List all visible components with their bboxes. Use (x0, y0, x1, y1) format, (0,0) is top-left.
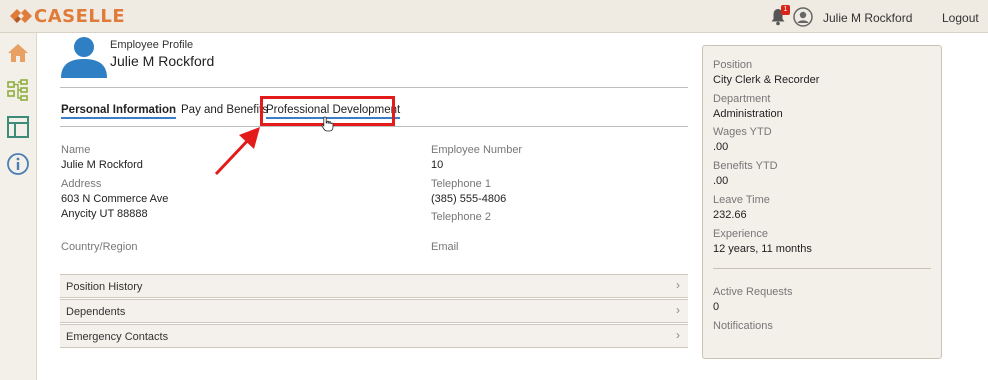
telephone2-label: Telephone 2 (431, 211, 491, 223)
top-bar: CASELLE 1 Julie M Rockford Logout (0, 0, 988, 33)
header-divider (60, 87, 688, 88)
hand-cursor-icon (321, 116, 334, 132)
address-line1: 603 N Commerce Ave (61, 193, 169, 205)
user-avatar-icon[interactable] (793, 7, 813, 27)
user-name[interactable]: Julie M Rockford (823, 11, 912, 25)
leave-time-value: 232.66 (713, 209, 747, 221)
employee-number-label: Employee Number (431, 144, 523, 156)
experience-label: Experience (713, 228, 769, 240)
red-arrow-icon (214, 127, 260, 176)
accordion-position-history[interactable]: Position History › (60, 274, 688, 298)
profile-name: Julie M Rockford (110, 53, 215, 69)
active-requests-value: 0 (713, 301, 720, 313)
name-label: Name (61, 144, 91, 156)
accordion-label: Dependents (66, 306, 126, 318)
left-nav-rail (0, 33, 37, 380)
wages-ytd-value: .00 (713, 141, 729, 153)
logout-link[interactable]: Logout (942, 11, 979, 25)
accordion-dependents[interactable]: Dependents › (60, 299, 688, 323)
benefits-ytd-value: .00 (713, 175, 729, 187)
info-icon[interactable] (6, 152, 30, 176)
accordion-emergency-contacts[interactable]: Emergency Contacts › (60, 324, 688, 348)
email-label: Email (431, 241, 459, 253)
home-icon[interactable] (6, 41, 30, 65)
position-label: Position (713, 59, 753, 71)
profile-subtitle: Employee Profile (110, 39, 194, 51)
department-value: Administration (713, 108, 783, 120)
chevron-right-icon: › (676, 303, 680, 317)
summary-panel: Position City Clerk & Recorder Departmen… (702, 45, 942, 359)
employee-number-value: 10 (431, 159, 444, 171)
tab-personal-information[interactable]: Personal Information (61, 104, 177, 119)
department-label: Department (713, 93, 771, 105)
notifications-label: Notifications (713, 320, 773, 332)
accordion-label: Position History (66, 281, 143, 293)
active-requests-label: Active Requests (713, 286, 793, 298)
org-chart-icon[interactable] (6, 78, 30, 102)
tabs-divider (60, 126, 688, 127)
position-value: City Clerk & Recorder (713, 74, 820, 86)
tab-pay-and-benefits[interactable]: Pay and Benefits (181, 104, 268, 116)
country-region-label: Country/Region (61, 241, 138, 253)
telephone1-value: (385) 555-4806 (431, 193, 507, 205)
accordion-label: Emergency Contacts (66, 331, 169, 343)
address-label: Address (61, 178, 102, 190)
name-value: Julie M Rockford (61, 159, 143, 171)
chevron-right-icon: › (676, 278, 680, 292)
layout-icon[interactable] (6, 115, 30, 139)
telephone1-label: Telephone 1 (431, 178, 491, 190)
address-line2: Anycity UT 88888 (61, 208, 148, 220)
notification-badge: 1 (781, 5, 790, 15)
wages-ytd-label: Wages YTD (713, 126, 772, 138)
experience-value: 12 years, 11 months (713, 243, 812, 255)
summary-divider (713, 268, 931, 269)
profile-avatar-icon (61, 37, 107, 78)
benefits-ytd-label: Benefits YTD (713, 160, 778, 172)
logo-text: CASELLE (34, 5, 126, 27)
caselle-logo[interactable]: CASELLE (10, 5, 126, 27)
leave-time-label: Leave Time (713, 194, 770, 206)
chevron-right-icon: › (676, 328, 680, 342)
caselle-logo-mark-icon (10, 9, 32, 23)
